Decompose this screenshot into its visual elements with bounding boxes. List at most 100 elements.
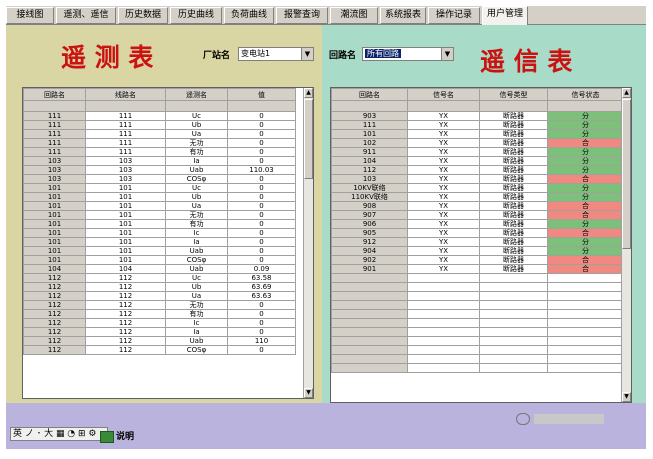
table-row[interactable]: 101 101 Ub 0 (23, 192, 296, 202)
table-row[interactable]: 111 111 Uc 0 (23, 111, 296, 121)
table-cell: Ub (165, 120, 228, 130)
table-row[interactable]: 112 112 Uc 63.58 (23, 273, 296, 283)
column-header[interactable]: 信号类型 (479, 88, 548, 101)
table-row[interactable]: 101 101 COSφ 0 (23, 255, 296, 265)
table-row[interactable]: 111 111 无功 0 (23, 138, 296, 148)
table-cell: 0 (227, 156, 296, 166)
table-row[interactable]: 902 YX 断路器合 (331, 255, 624, 265)
table-cell: 0 (227, 192, 296, 202)
tab-1[interactable]: 遥测、遥信 (56, 7, 116, 24)
column-header[interactable]: 线路名 (85, 88, 166, 101)
scroll-thumb[interactable] (304, 99, 313, 179)
loop-select[interactable]: 所有回路 ▼ (362, 47, 454, 61)
table-row[interactable]: 912 YX 断路器分 (331, 237, 624, 247)
table-row[interactable]: 111 111 有功 0 (23, 147, 296, 157)
table-cell: 103 (85, 156, 166, 166)
table-cell: 103 (23, 156, 86, 166)
table-row[interactable]: 905 YX 断路器合 (331, 228, 624, 238)
column-header[interactable]: 回路名 (23, 88, 86, 101)
table-cell: 112 (23, 300, 86, 310)
table-row[interactable]: 112 112 无功 0 (23, 300, 296, 310)
signal-scrollbar[interactable]: ▲ ▼ (621, 88, 631, 402)
tab-2[interactable]: 历史数据 (118, 7, 168, 24)
column-header[interactable]: 值 (227, 88, 296, 101)
table-row[interactable]: 112 112 Uab 110 (23, 336, 296, 346)
table-row[interactable]: 101 YX 断路器分 (331, 129, 624, 139)
table-cell (331, 291, 408, 301)
table-row[interactable]: 103 103 Uab 110.03 (23, 165, 296, 175)
table-cell: 101 (331, 129, 408, 139)
table-cell: 10KV联络 (331, 183, 408, 193)
scroll-down-icon[interactable]: ▼ (622, 392, 631, 402)
table-row[interactable]: 906 YX 断路器分 (331, 219, 624, 229)
help-button[interactable]: 说明 (100, 429, 146, 445)
table-row[interactable]: 101 101 Uab 0 (23, 246, 296, 256)
tab-9[interactable]: 用户管理 (482, 6, 528, 25)
table-row[interactable]: 911 YX 断路器分 (331, 147, 624, 157)
tab-0[interactable]: 接线图 (6, 7, 54, 24)
table-row[interactable]: 111 111 Ub 0 (23, 120, 296, 130)
table-row[interactable]: 103 YX 断路器合 (331, 174, 624, 184)
tab-5[interactable]: 报警查询 (276, 7, 328, 24)
column-header[interactable]: 信号状态 (547, 88, 624, 101)
table-cell: 无功 (165, 138, 228, 148)
scroll-down-icon[interactable]: ▼ (304, 388, 313, 398)
telemetry-scrollbar[interactable]: ▲ ▼ (303, 88, 313, 398)
column-header[interactable]: 遥测名 (165, 88, 228, 101)
status-cell (547, 336, 624, 346)
table-row[interactable]: 112 112 Ub 63.69 (23, 282, 296, 292)
help-icon (100, 430, 114, 443)
station-select[interactable]: 变电站1 ▼ (238, 47, 314, 61)
table-row[interactable]: 101 101 Ic 0 (23, 228, 296, 238)
scroll-up-icon[interactable]: ▲ (622, 88, 631, 98)
table-row[interactable]: 112 YX 断路器分 (331, 165, 624, 175)
tab-3[interactable]: 历史曲线 (170, 7, 222, 24)
scroll-thumb[interactable] (622, 99, 631, 249)
tab-7[interactable]: 系统报表 (380, 7, 426, 24)
scroll-up-icon[interactable]: ▲ (304, 88, 313, 98)
table-row[interactable]: 112 112 Ia 0 (23, 327, 296, 337)
table-row[interactable]: 110KV联络 YX 断路器分 (331, 192, 624, 202)
table-cell: 0 (227, 129, 296, 139)
table-row[interactable]: 10KV联络 YX 断路器分 (331, 183, 624, 193)
chevron-down-icon[interactable]: ▼ (441, 48, 453, 60)
table-row[interactable]: 112 112 有功 0 (23, 309, 296, 319)
table-cell (331, 327, 408, 337)
table-cell: 112 (85, 309, 166, 319)
table-row[interactable]: 101 101 无功 0 (23, 210, 296, 220)
column-header[interactable]: 信号名 (407, 88, 480, 101)
table-cell: 101 (23, 255, 86, 265)
table-cell (479, 327, 548, 337)
table-row[interactable]: 101 101 Uc 0 (23, 183, 296, 193)
table-row[interactable]: 104 104 Uab 0.09 (23, 264, 296, 274)
table-cell: 101 (23, 228, 86, 238)
table-row[interactable]: 907 YX 断路器合 (331, 210, 624, 220)
tab-8[interactable]: 操作记录 (428, 7, 480, 24)
column-header[interactable]: 回路名 (331, 88, 408, 101)
table-row[interactable]: 112 112 Ua 63.63 (23, 291, 296, 301)
table-row[interactable]: 112 112 COSφ 0 (23, 345, 296, 355)
ime-toolbar[interactable]: 英 ノ ･ 大 ▦ ◔ ⊞ ⚙ (10, 427, 108, 441)
table-row[interactable]: 901 YX 断路器合 (331, 264, 624, 274)
table-row[interactable]: 103 103 Ia 0 (23, 156, 296, 166)
table-row[interactable]: 111 YX 断路器分 (331, 120, 624, 130)
table-cell: 112 (85, 318, 166, 328)
table-row[interactable]: 112 112 Ic 0 (23, 318, 296, 328)
chevron-down-icon[interactable]: ▼ (301, 48, 313, 60)
status-cell: 合 (547, 174, 624, 184)
table-cell: 0 (227, 309, 296, 319)
table-row[interactable]: 903 YX 断路器分 (331, 111, 624, 121)
table-row[interactable]: 104 YX 断路器分 (331, 156, 624, 166)
table-cell (479, 363, 548, 373)
table-row[interactable]: 904 YX 断路器分 (331, 246, 624, 256)
status-cell: 分 (547, 111, 624, 121)
table-row[interactable]: 908 YX 断路器合 (331, 201, 624, 211)
tab-4[interactable]: 负荷曲线 (224, 7, 274, 24)
table-row[interactable]: 111 111 Ua 0 (23, 129, 296, 139)
table-row[interactable]: 103 103 COSφ 0 (23, 174, 296, 184)
table-row[interactable]: 102 YX 断路器合 (331, 138, 624, 148)
tab-6[interactable]: 潮流图 (330, 7, 378, 24)
table-row[interactable]: 101 101 有功 0 (23, 219, 296, 229)
table-row[interactable]: 101 101 Ua 0 (23, 201, 296, 211)
table-row[interactable]: 101 101 Ia 0 (23, 237, 296, 247)
